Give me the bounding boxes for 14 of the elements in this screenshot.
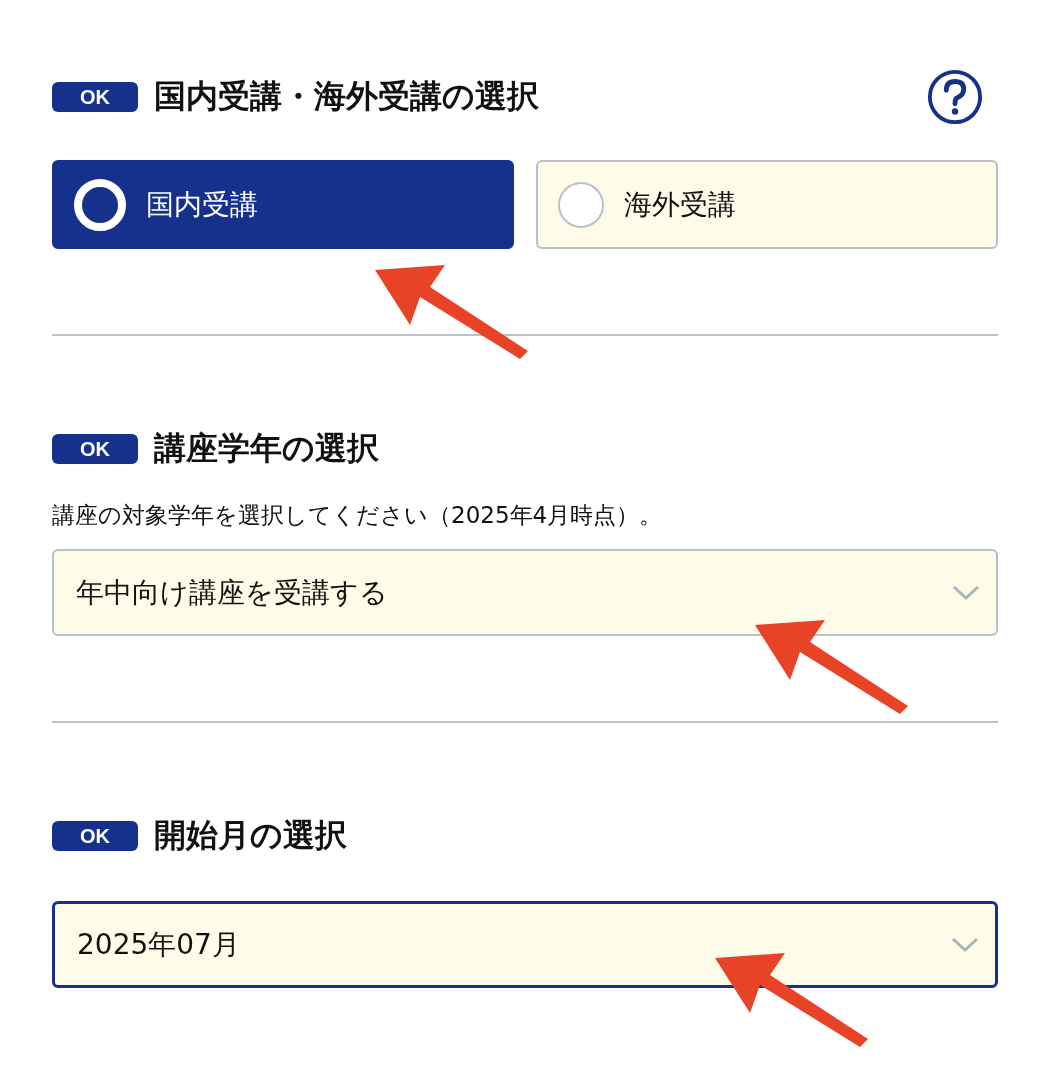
section-title: 開始月の選択	[154, 815, 347, 856]
ok-badge: OK	[52, 434, 138, 464]
ok-badge: OK	[52, 821, 138, 851]
help-icon[interactable]	[926, 68, 984, 126]
section-title: 国内受講・海外受講の選択	[154, 76, 539, 117]
select-field[interactable]: 年中向け講座を受講する	[52, 549, 998, 636]
radio-option[interactable]: 海外受講	[536, 160, 998, 249]
chevron-down-icon	[952, 584, 980, 601]
radio-option[interactable]: 国内受講	[52, 160, 514, 249]
chevron-down-icon	[951, 936, 979, 953]
select-field[interactable]: 2025年07月	[52, 901, 998, 988]
section-title: 講座学年の選択	[154, 428, 379, 469]
hint-text: 講座の対象学年を選択してください（2025年4月時点）。	[52, 501, 664, 530]
ok-badge: OK	[52, 82, 138, 112]
